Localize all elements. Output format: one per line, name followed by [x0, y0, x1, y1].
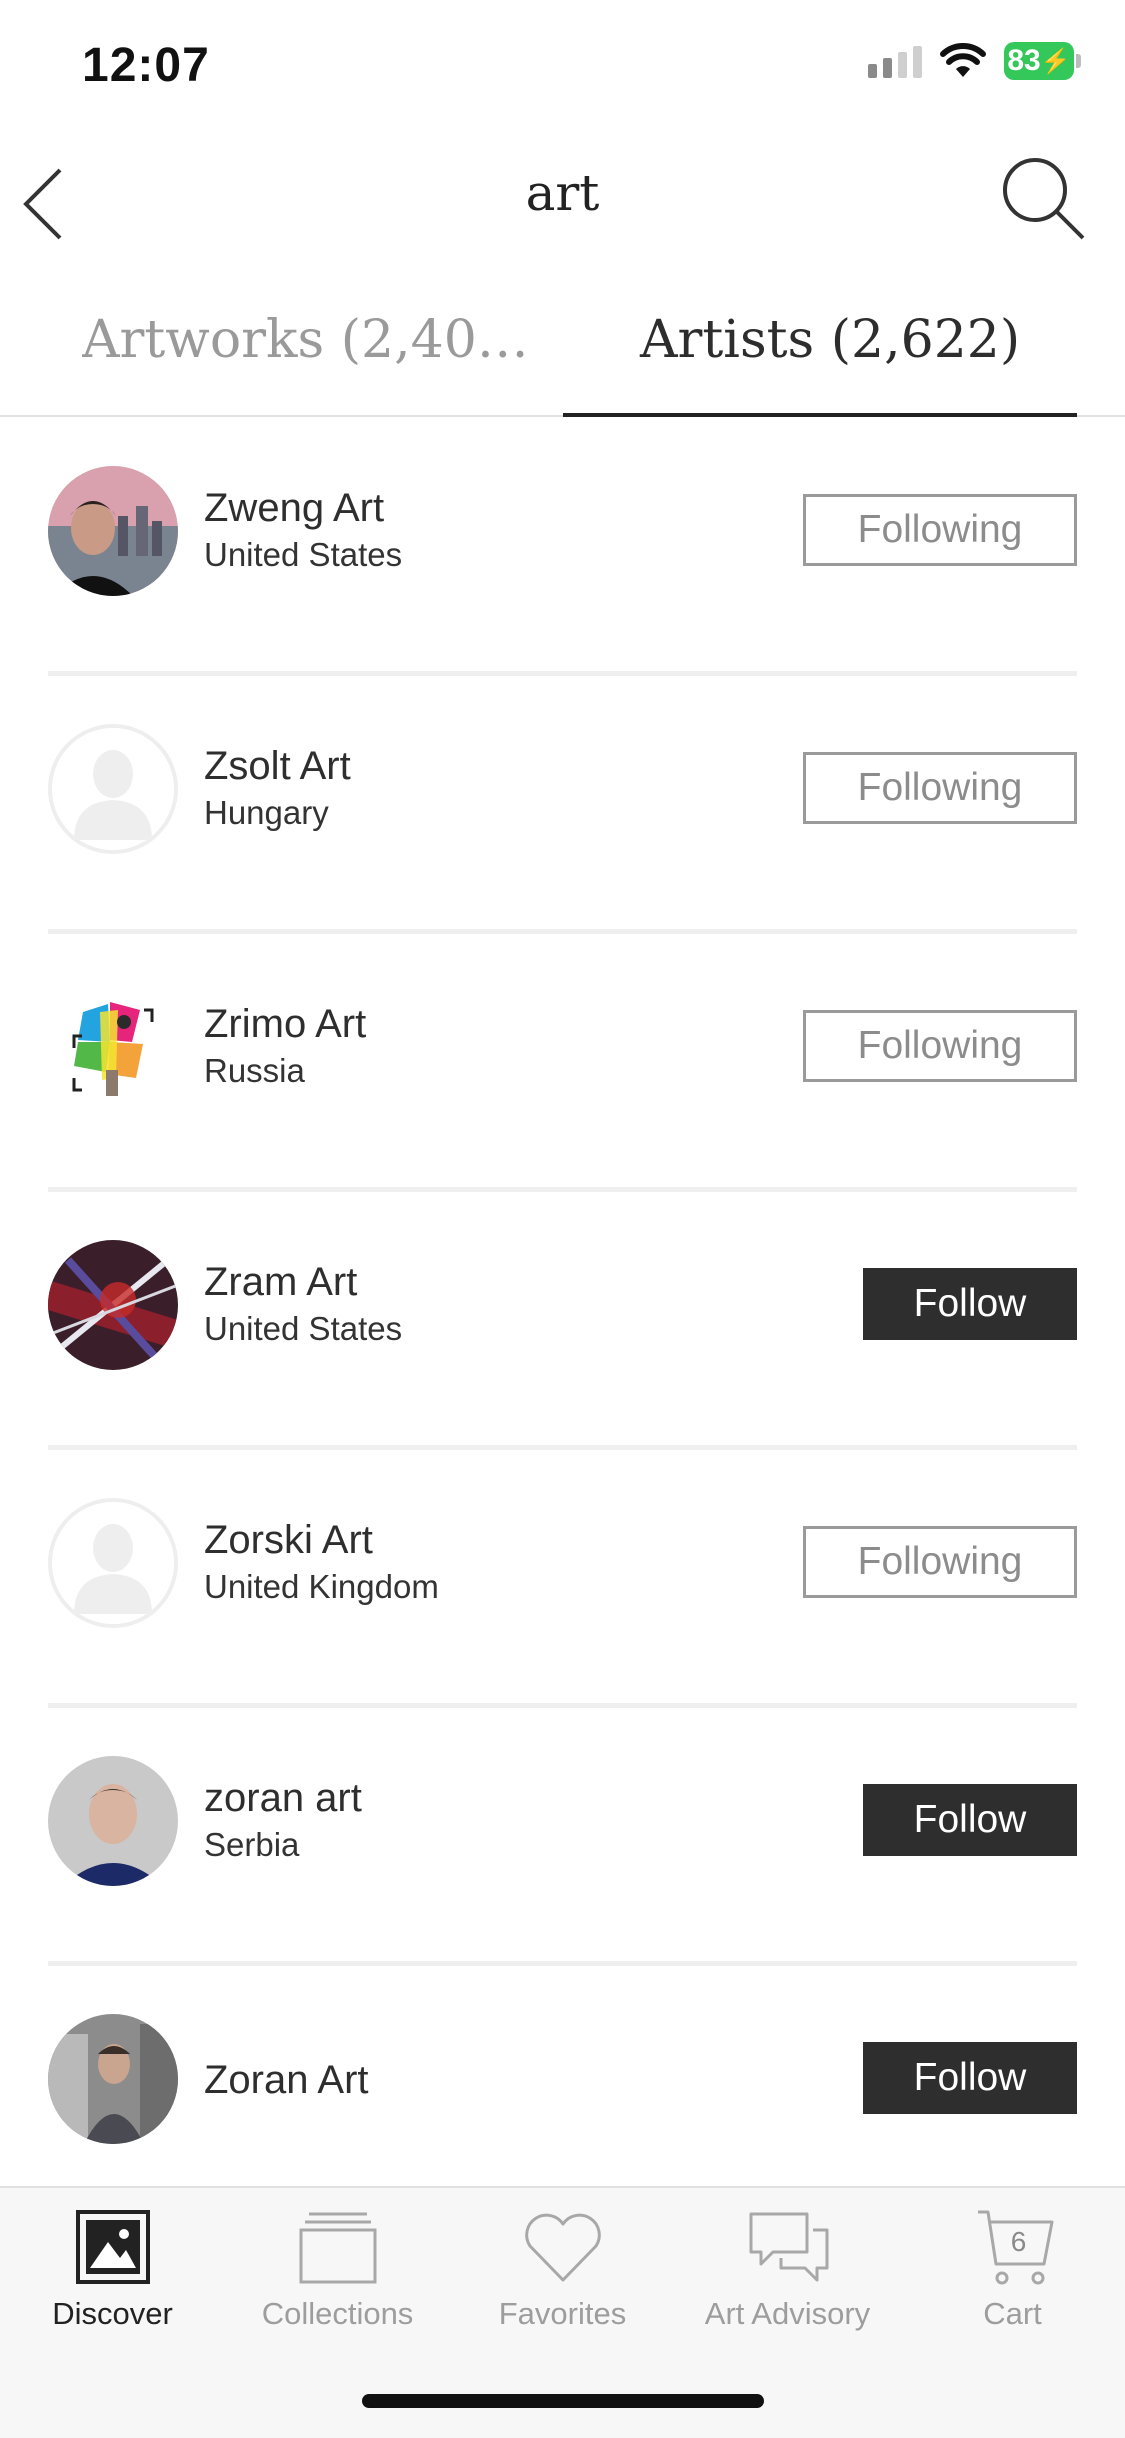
status-bar: 12:07 83 ⚡ [0, 0, 1125, 140]
artist-name: Zsolt Art [204, 744, 351, 788]
chat-icon [749, 2212, 828, 2282]
artist-name: Zweng Art [204, 486, 385, 530]
avatar [48, 1240, 178, 1370]
artist-country: Russia [204, 1052, 305, 1089]
avatar [48, 2014, 178, 2144]
status-time: 12:07 [82, 39, 210, 92]
following-button[interactable]: Following [803, 494, 1077, 566]
battery-level: 83 [1007, 44, 1041, 77]
heart-icon [524, 2213, 601, 2282]
tab-artworks[interactable]: Artworks (2,403,... [82, 310, 552, 370]
search-button[interactable] [999, 154, 1089, 244]
page-title: art [525, 164, 600, 222]
tab-cart[interactable]: 6 Cart [900, 2208, 1125, 2332]
artist-name: Zram Art [204, 1260, 358, 1304]
list-item[interactable]: Zsolt Art Hungary Following [0, 676, 1125, 934]
follow-button[interactable]: Follow [863, 2042, 1077, 2114]
avatar [48, 982, 178, 1112]
search-icon [1003, 158, 1085, 240]
cellular-signal-icon [868, 44, 922, 78]
artist-name: Zrimo Art [204, 1002, 367, 1046]
battery-icon: 83 ⚡ [1004, 42, 1074, 80]
tab-favorites-label: Favorites [498, 2296, 627, 2331]
avatar [48, 1756, 178, 1886]
wifi-icon [940, 43, 986, 77]
tab-discover[interactable]: Discover [0, 2208, 225, 2332]
collections-icon [299, 2212, 376, 2284]
follow-button[interactable]: Follow [863, 1268, 1077, 1340]
list-item[interactable]: Zrimo Art Russia Following [0, 934, 1125, 1192]
image-icon [75, 2210, 150, 2284]
following-button[interactable]: Following [803, 1526, 1077, 1598]
active-tab-indicator [563, 413, 1077, 417]
tab-art-advisory[interactable]: Art Advisory [675, 2208, 900, 2332]
tab-discover-label: Discover [52, 2296, 173, 2331]
status-icons: 83 ⚡ [868, 42, 1081, 80]
tab-collections[interactable]: Collections [225, 2208, 450, 2332]
artist-list: Zweng Art United States Following Zsolt … [0, 418, 1125, 2224]
artist-country: Hungary [204, 794, 329, 831]
artist-country: United Kingdom [204, 1568, 439, 1605]
tab-artists[interactable]: Artists (2,622) [640, 310, 1020, 370]
search-tabs: Artworks (2,403,... Artists (2,622) [0, 270, 1125, 417]
cart-badge: 6 [1010, 2226, 1027, 2257]
tab-favorites[interactable]: Favorites [450, 2208, 675, 2332]
list-item[interactable]: Zweng Art United States Following [0, 418, 1125, 676]
avatar [48, 466, 178, 596]
follow-button[interactable]: Follow [863, 1784, 1077, 1856]
nav-bar: art [0, 140, 1125, 270]
artist-name: Zoran Art [204, 2058, 369, 2102]
list-item[interactable]: Zram Art United States Follow [0, 1192, 1125, 1450]
following-button[interactable]: Following [803, 752, 1077, 824]
artist-name: Zorski Art [204, 1518, 373, 1562]
avatar-placeholder [48, 1498, 178, 1628]
tab-collections-label: Collections [261, 2296, 414, 2331]
home-indicator[interactable] [362, 2394, 764, 2408]
tab-art-advisory-label: Art Advisory [704, 2296, 871, 2331]
list-item[interactable]: zoran art Serbia Follow [0, 1708, 1125, 1966]
tab-cart-label: Cart [983, 2296, 1042, 2331]
avatar-placeholder [48, 724, 178, 854]
list-item[interactable]: Zorski Art United Kingdom Following [0, 1450, 1125, 1708]
artist-country: United States [204, 536, 403, 573]
artist-country: Serbia [204, 1826, 300, 1863]
following-button[interactable]: Following [803, 1010, 1077, 1082]
artist-name: zoran art [204, 1776, 362, 1820]
artist-country: United States [204, 1310, 403, 1347]
